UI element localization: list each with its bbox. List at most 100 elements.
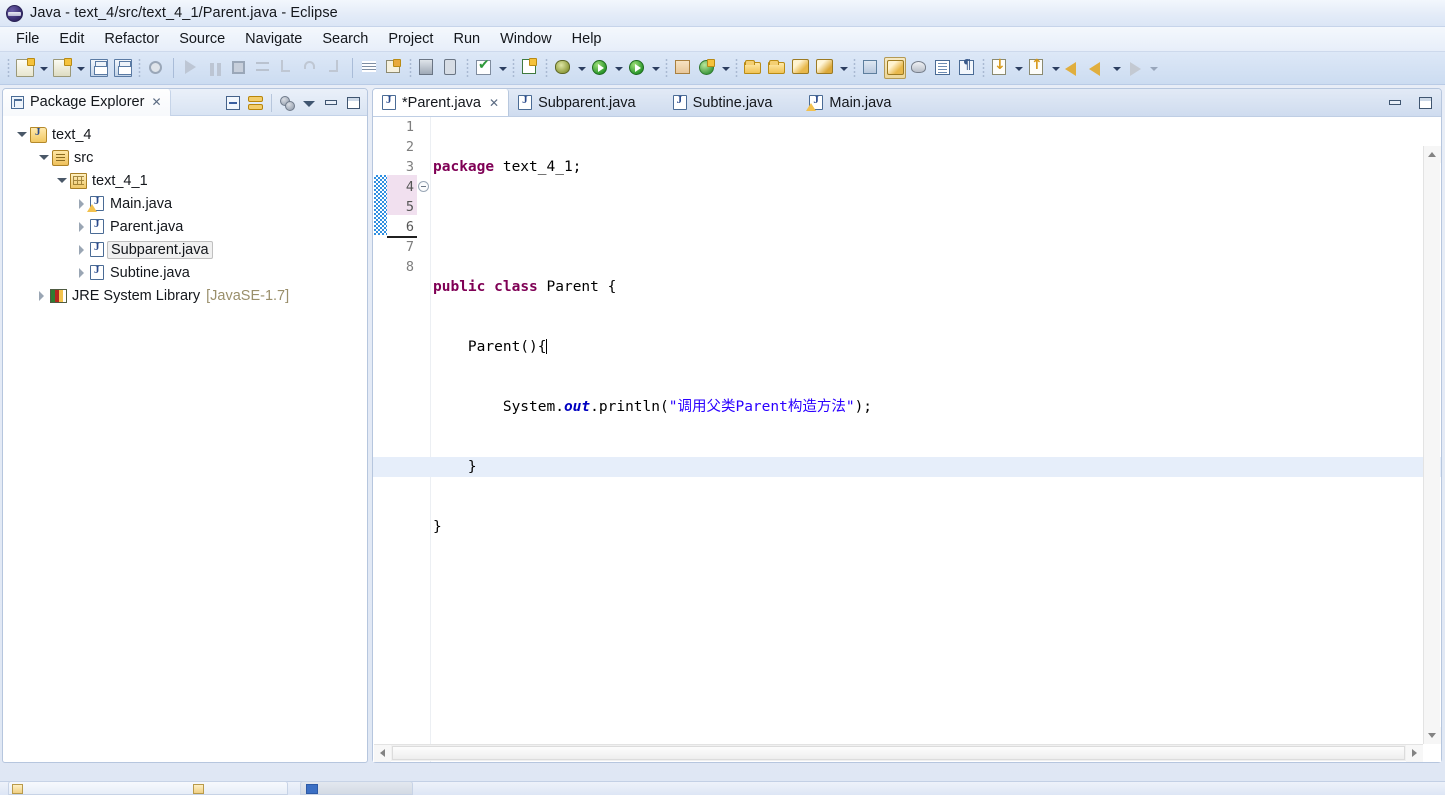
- tree-item-text_4_1[interactable]: text_4_1: [3, 169, 367, 192]
- source-code[interactable]: package text_4_1; public class Parent { …: [433, 117, 1423, 762]
- menu-item-edit[interactable]: Edit: [49, 29, 94, 49]
- open-task-button[interactable]: [359, 57, 381, 79]
- twisty-closed-icon[interactable]: [35, 289, 48, 302]
- menu-item-source[interactable]: Source: [169, 29, 235, 49]
- minimize-editor-button[interactable]: [1385, 93, 1405, 113]
- collapse-all-button[interactable]: [224, 93, 244, 113]
- run-button[interactable]: [589, 57, 611, 79]
- editor-tab-subtine-java[interactable]: Subtine.java: [664, 89, 783, 116]
- maximize-editor-button[interactable]: [1415, 93, 1435, 113]
- maximize-view-button[interactable]: [343, 93, 363, 113]
- toolbar-grip-7[interactable]: [665, 58, 668, 78]
- back-button[interactable]: [1087, 57, 1109, 79]
- show-whitespace-button[interactable]: [956, 57, 978, 79]
- new-task-button[interactable]: [383, 57, 405, 79]
- forward-button[interactable]: [1124, 57, 1146, 79]
- new-package-button[interactable]: [696, 57, 718, 79]
- android-avd-manager-button[interactable]: [440, 57, 462, 79]
- save-all-button[interactable]: [112, 57, 134, 79]
- twisty-closed-icon[interactable]: [75, 220, 88, 233]
- tree-item-subparent-java[interactable]: Subparent.java: [3, 238, 367, 261]
- hscroll-thumb[interactable]: [392, 746, 1405, 760]
- toolbar-grip-8[interactable]: [735, 58, 738, 78]
- tree-item-text_4[interactable]: text_4: [3, 123, 367, 146]
- toolbar-grip[interactable]: [7, 58, 10, 78]
- tree-item-main-java[interactable]: Main.java: [3, 192, 367, 215]
- tree-item-subtine-java[interactable]: Subtine.java: [3, 261, 367, 284]
- new-java-class-dropdown[interactable]: [75, 57, 86, 79]
- tree-item-src[interactable]: src: [3, 146, 367, 169]
- twisty-open-icon[interactable]: [55, 174, 68, 187]
- new-wizard-button[interactable]: [14, 57, 36, 79]
- last-edit-location-button[interactable]: [814, 57, 836, 79]
- step-over-button[interactable]: [300, 57, 322, 79]
- scroll-down-button[interactable]: [1424, 727, 1441, 744]
- open-task-folder-button[interactable]: [766, 57, 788, 79]
- terminate-button[interactable]: [228, 57, 250, 79]
- disconnect-button[interactable]: [252, 57, 274, 79]
- run-dropdown[interactable]: [613, 57, 624, 79]
- back-dropdown[interactable]: [1111, 57, 1122, 79]
- toggle-java-editor-button[interactable]: [884, 57, 906, 79]
- last-edit-location-dropdown[interactable]: [838, 57, 849, 79]
- editor-horizontal-scrollbar[interactable]: [374, 744, 1423, 761]
- forward-dropdown[interactable]: [1148, 57, 1159, 79]
- minimize-view-button[interactable]: [321, 93, 341, 113]
- menu-item-project[interactable]: Project: [378, 29, 443, 49]
- step-into-button[interactable]: [276, 57, 298, 79]
- toolbar-grip-2[interactable]: [138, 58, 141, 78]
- taskbar-item-1[interactable]: [8, 781, 288, 795]
- close-icon[interactable]: ✕: [151, 96, 163, 108]
- menu-item-run[interactable]: Run: [443, 29, 490, 49]
- menu-item-window[interactable]: Window: [490, 29, 562, 49]
- new-package-dropdown[interactable]: [720, 57, 731, 79]
- back-history-button[interactable]: [1063, 57, 1085, 79]
- twisty-open-icon[interactable]: [15, 128, 28, 141]
- menu-item-navigate[interactable]: Navigate: [235, 29, 312, 49]
- menu-item-file[interactable]: File: [6, 29, 49, 49]
- resume-button[interactable]: [180, 57, 202, 79]
- toolbar-grip-5[interactable]: [512, 58, 515, 78]
- external-tools-dropdown[interactable]: [650, 57, 661, 79]
- new-wizard-dropdown[interactable]: [38, 57, 49, 79]
- new-annotation-button[interactable]: [519, 57, 541, 79]
- code-canvas[interactable]: 1 2 3 4 5 6 7 8 package text_4_1;: [373, 117, 1441, 762]
- next-annotation-dropdown[interactable]: [1013, 57, 1024, 79]
- close-icon[interactable]: ✕: [489, 96, 499, 110]
- previous-annotation-button[interactable]: [1026, 57, 1048, 79]
- suspend-button[interactable]: [204, 57, 226, 79]
- link-with-editor-button[interactable]: [246, 93, 266, 113]
- android-sdk-manager-button[interactable]: [416, 57, 438, 79]
- toggle-block-selection-button[interactable]: [932, 57, 954, 79]
- toggle-breadcrumb-button[interactable]: [908, 57, 930, 79]
- new-java-class-button[interactable]: [51, 57, 73, 79]
- editor-tab-subparent-java[interactable]: Subparent.java: [509, 89, 646, 116]
- menu-item-search[interactable]: Search: [312, 29, 378, 49]
- new-java-project-button[interactable]: [672, 57, 694, 79]
- fold-collapse-icon[interactable]: [418, 181, 429, 192]
- debug-button[interactable]: [552, 57, 574, 79]
- folding-ruler[interactable]: [417, 117, 431, 762]
- menu-item-refactor[interactable]: Refactor: [94, 29, 169, 49]
- toolbar-grip-10[interactable]: [982, 58, 985, 78]
- menu-item-help[interactable]: Help: [562, 29, 612, 49]
- view-menu-button[interactable]: [299, 93, 319, 113]
- toolbar-grip-9[interactable]: [853, 58, 856, 78]
- toolbar-grip-4[interactable]: [466, 58, 469, 78]
- toolbar-grip-3[interactable]: [409, 58, 412, 78]
- scroll-up-button[interactable]: [1424, 146, 1441, 163]
- editor-tab-main-java[interactable]: Main.java: [800, 89, 901, 116]
- mark-complete-button[interactable]: [473, 57, 495, 79]
- step-return-button[interactable]: [324, 57, 346, 79]
- twisty-closed-icon[interactable]: [75, 266, 88, 279]
- scroll-right-button[interactable]: [1406, 745, 1423, 762]
- mark-complete-dropdown[interactable]: [497, 57, 508, 79]
- skip-all-breakpoints-button[interactable]: [145, 57, 167, 79]
- focus-on-active-task-button[interactable]: [277, 93, 297, 113]
- open-type-button[interactable]: [742, 57, 764, 79]
- tree-item-jre-system-library[interactable]: JRE System Library [JavaSE-1.7]: [3, 284, 367, 307]
- previous-annotation-dropdown[interactable]: [1050, 57, 1061, 79]
- toggle-mark-occurrences-button[interactable]: [860, 57, 882, 79]
- run-external-tools-button[interactable]: [626, 57, 648, 79]
- next-annotation-button[interactable]: [989, 57, 1011, 79]
